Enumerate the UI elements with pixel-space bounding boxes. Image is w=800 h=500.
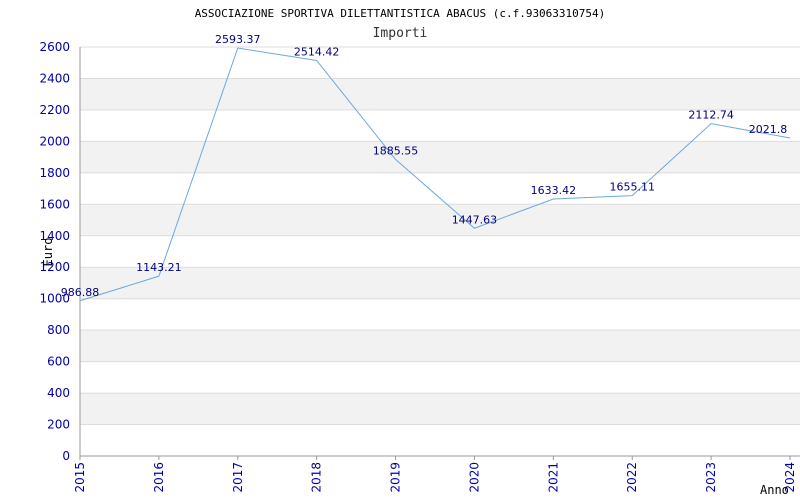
grid-band	[80, 267, 800, 299]
grid-band	[80, 424, 800, 456]
x-tick-label: 2020	[467, 462, 481, 493]
x-axis-label: Anno	[760, 483, 789, 497]
y-tick-label: 2200	[39, 103, 70, 117]
y-tick-label: 800	[47, 323, 70, 337]
grid-band	[80, 235, 800, 268]
grid-band	[80, 393, 800, 425]
y-tick-label: 1600	[39, 197, 70, 211]
y-tick-label: 400	[47, 386, 70, 400]
data-label: 986.88	[61, 286, 100, 299]
x-tick-label: 2019	[389, 462, 403, 493]
y-tick-label: 600	[47, 355, 70, 369]
line-chart: 0200400600800100012001400160018002000220…	[39, 7, 800, 497]
x-tick-labels: 2015 2016 2017 2018 2019 2020 2021 2022 2023 2024	[73, 456, 797, 493]
grid-band	[80, 47, 800, 79]
data-label: 1655.11	[609, 181, 655, 194]
data-label: 1633.42	[531, 184, 577, 197]
data-label: 1143.21	[136, 261, 182, 274]
y-tick-label: 1800	[39, 166, 70, 180]
grid-band	[80, 78, 800, 110]
x-tick-label: 2022	[625, 462, 639, 493]
data-label: 2112.74	[688, 109, 734, 122]
data-label: 1885.55	[373, 144, 419, 157]
x-tick-label: 2023	[704, 462, 718, 493]
x-tick-label: 2021	[546, 462, 560, 493]
x-tick-label: 2015	[73, 462, 87, 493]
data-label: 2021.8	[749, 123, 788, 136]
x-tick-label: 2017	[231, 462, 245, 493]
grid-band	[80, 141, 800, 173]
y-tick-label: 2400	[39, 71, 70, 85]
chart-title: ASSOCIAZIONE SPORTIVA DILETTANTISTICA AB…	[195, 7, 606, 20]
data-label: 2514.42	[294, 45, 340, 58]
x-tick-label: 2018	[310, 462, 324, 493]
y-tick-label: 200	[47, 418, 70, 432]
x-tick-label: 2016	[152, 462, 166, 493]
data-label: 1447.63	[452, 213, 498, 226]
y-tick-label: 0	[62, 449, 70, 463]
grid-band	[80, 361, 800, 394]
y-axis-label: Euro	[41, 238, 55, 267]
grid-band	[80, 172, 800, 205]
grid-band	[80, 330, 800, 362]
y-tick-label: 2000	[39, 134, 70, 148]
data-label: 2593.37	[215, 33, 261, 46]
grid-band	[80, 204, 800, 236]
y-tick-label: 2600	[39, 40, 70, 54]
chart-subtitle: Importi	[373, 26, 428, 41]
grid-band	[80, 298, 800, 331]
